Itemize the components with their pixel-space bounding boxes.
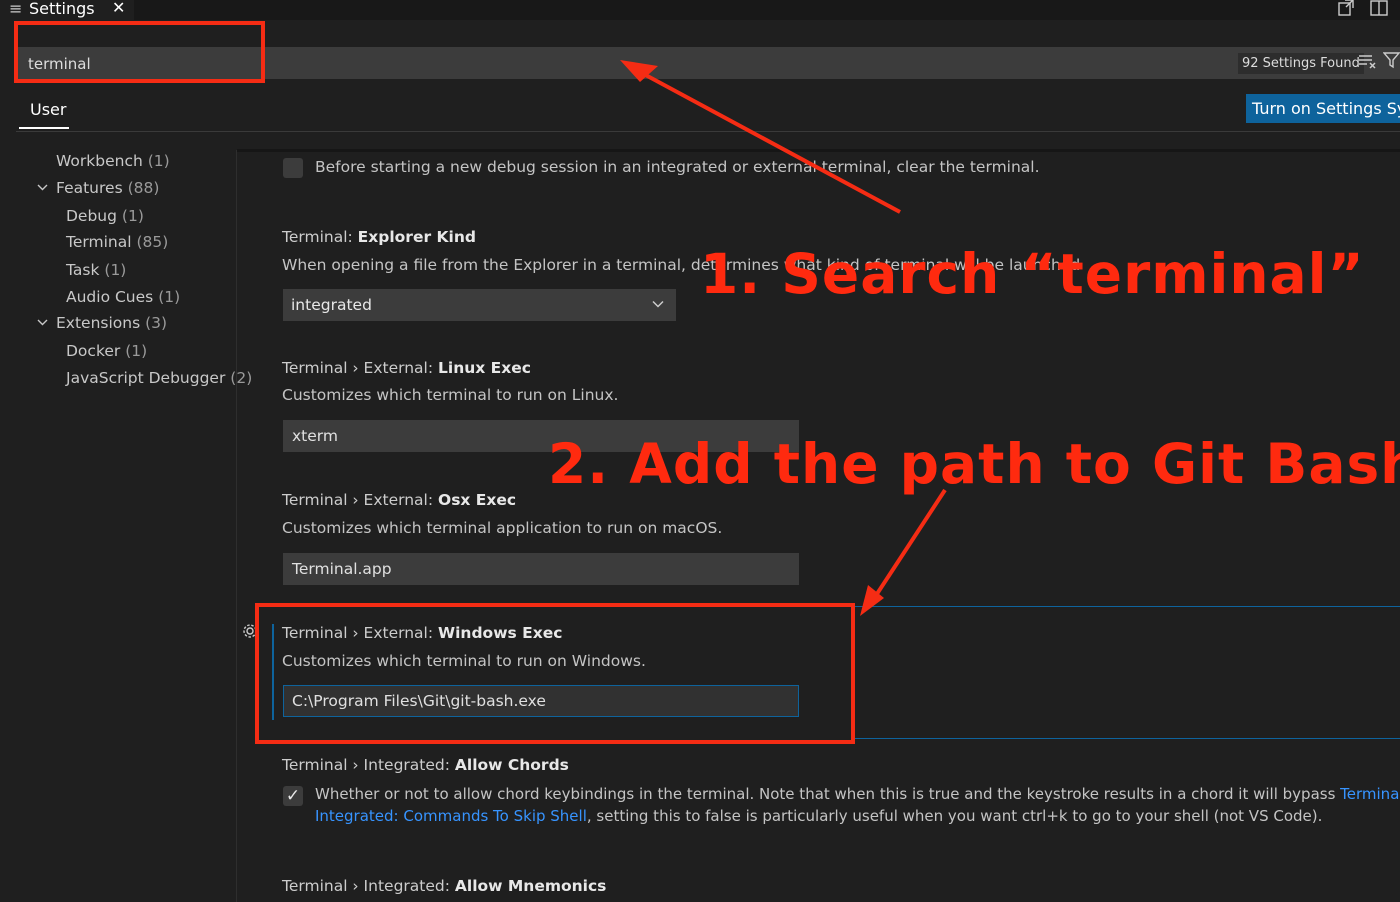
- annotation-step-2: 2. Add the path to Git Bash: [548, 432, 1400, 496]
- annotation-step-1: 1. Search “terminal”: [700, 242, 1365, 306]
